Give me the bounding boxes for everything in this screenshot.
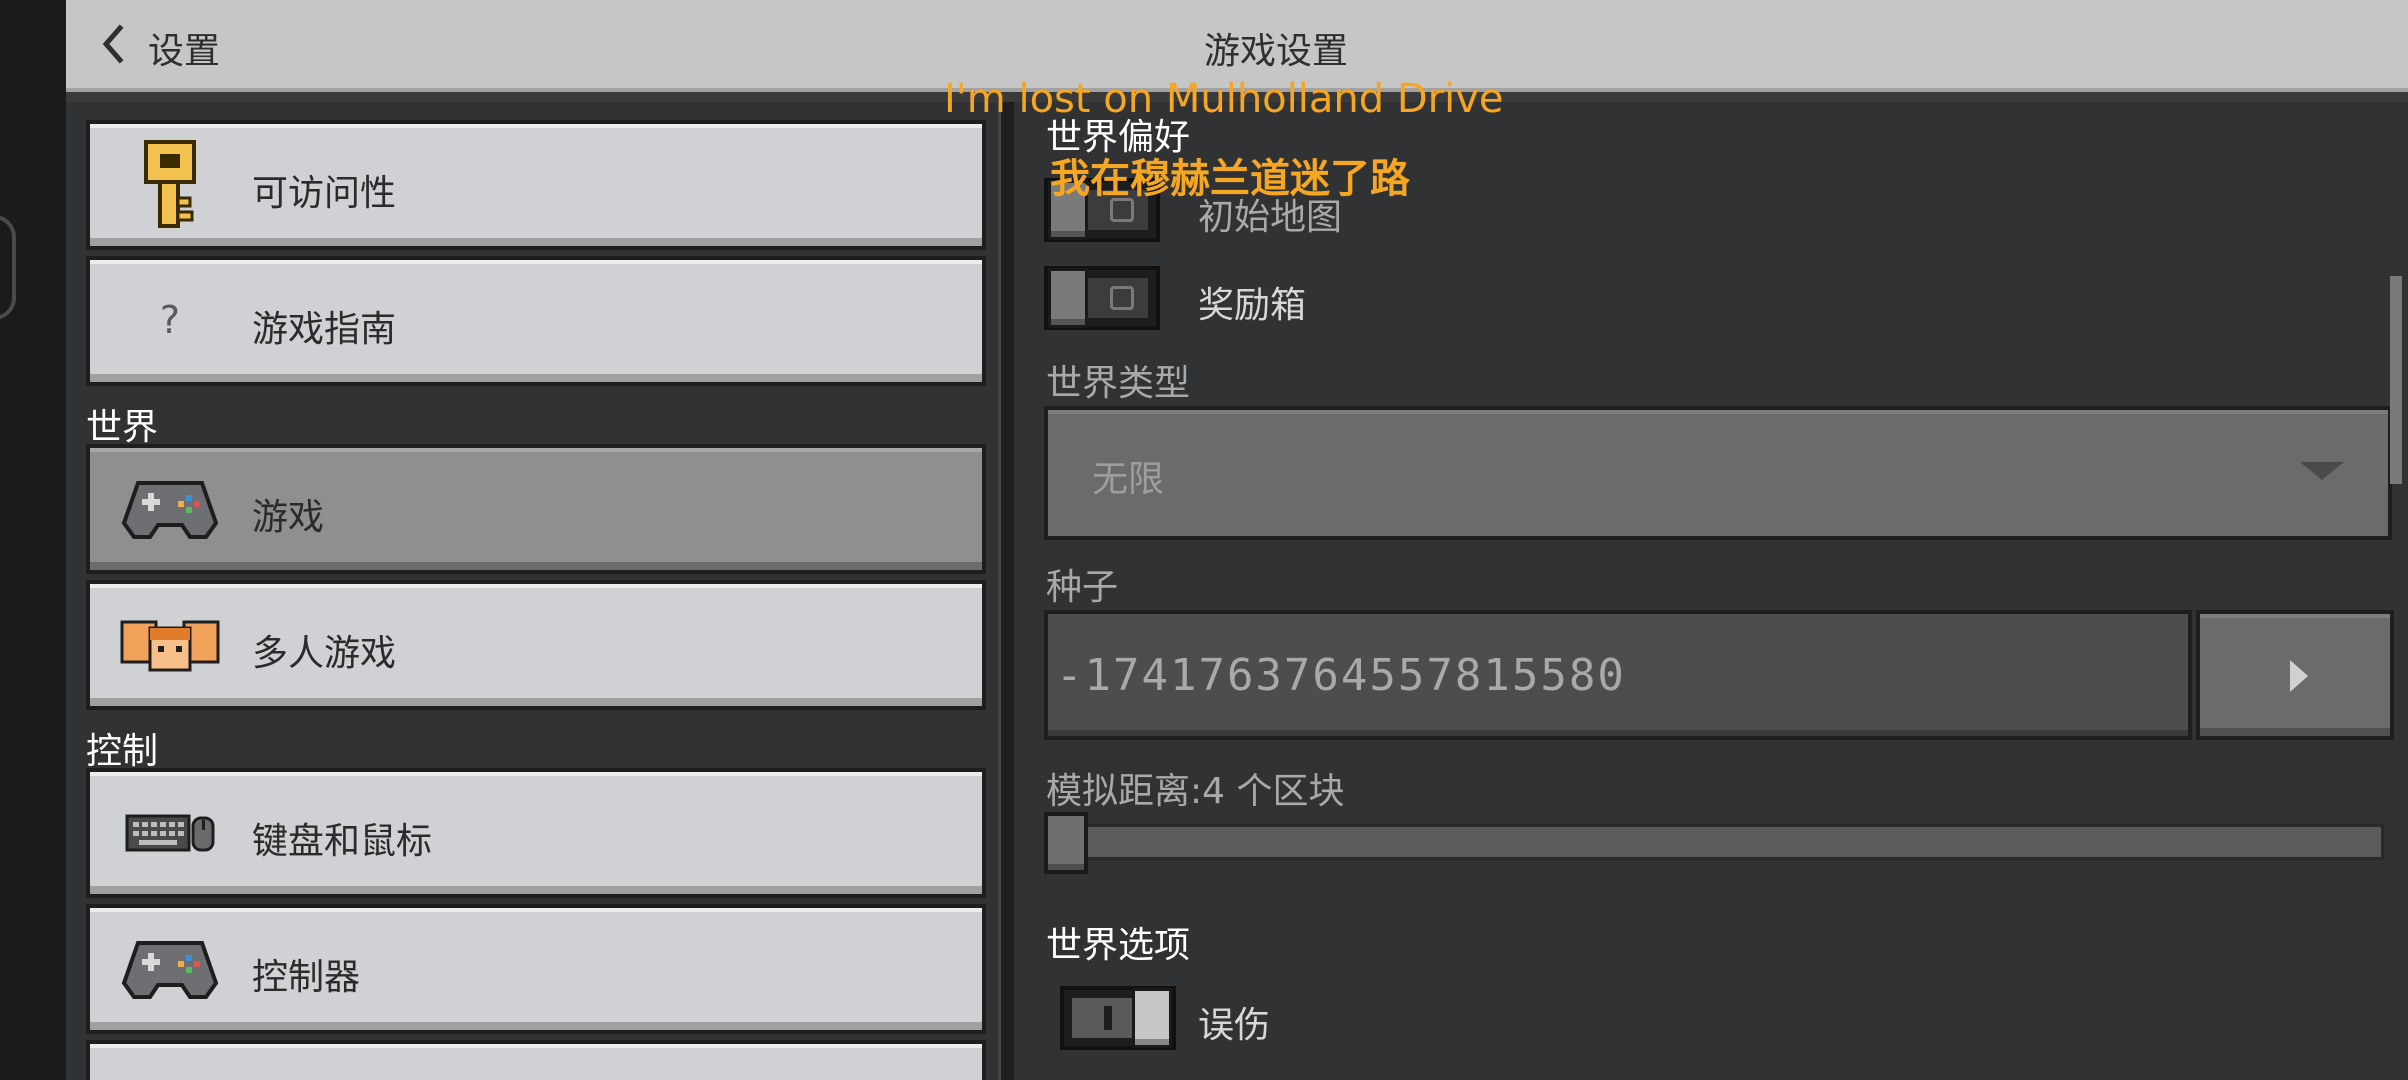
play-arrow-icon <box>2290 660 2308 692</box>
subtitle-chinese: 我在穆赫兰道迷了路 <box>1050 156 1410 202</box>
on-indicator-icon <box>1104 1006 1112 1030</box>
pane-divider <box>998 102 1014 1080</box>
controller-icon <box>120 928 220 1008</box>
settings-sidebar: 可访问性 ? 游戏指南 世界 游戏 多人游戏 控制 键盘和鼠标 控制器 <box>66 102 998 1080</box>
sidebar-item-label: 可访问性 <box>252 173 397 214</box>
seed-label: 种子 <box>1046 567 1119 608</box>
page-title: 游戏设置 <box>1203 31 1348 72</box>
slider-thumb[interactable] <box>1044 812 1088 874</box>
sidebar-item-partial[interactable] <box>86 1040 986 1080</box>
seed-picker-button[interactable] <box>2196 610 2394 740</box>
section-label-controls: 控制 <box>86 731 159 772</box>
settings-content: 世界偏好 初始地图 奖励箱 世界类型 无限 种子 -17417637645578… <box>1014 102 2408 1080</box>
sidebar-item-how-to-play[interactable]: ? 游戏指南 <box>86 256 986 386</box>
back-button[interactable]: 设置 <box>148 22 220 74</box>
sidebar-item-keyboard-mouse[interactable]: 键盘和鼠标 <box>86 768 986 898</box>
sidebar-item-label: 键盘和鼠标 <box>252 821 433 862</box>
section-label-world: 世界 <box>86 407 159 448</box>
toggle-knob <box>1048 268 1088 328</box>
sidebar-item-label: 游戏 <box>252 497 325 538</box>
key-icon <box>120 140 220 228</box>
sidebar-item-controller[interactable]: 控制器 <box>86 904 986 1034</box>
simulation-distance-slider[interactable] <box>1044 812 2384 874</box>
chevron-down-icon <box>2300 462 2344 480</box>
sidebar-item-label: 游戏指南 <box>252 309 397 350</box>
simulation-distance-label: 模拟距离:4 个区块 <box>1046 771 1345 812</box>
sidebar-item-accessibility[interactable]: 可访问性 <box>86 120 986 250</box>
friendly-fire-label: 误伤 <box>1198 1005 1271 1046</box>
slider-rail <box>1080 824 2384 860</box>
seed-value: -1741763764557815580 <box>1056 650 1626 701</box>
off-indicator-icon <box>1110 286 1134 310</box>
toggle-knob <box>1132 988 1172 1048</box>
bonus-chest-label: 奖励箱 <box>1198 285 1307 326</box>
world-type-value: 无限 <box>1092 459 1165 500</box>
seed-input[interactable]: -1741763764557815580 <box>1044 610 2192 740</box>
sidebar-item-game[interactable]: 游戏 <box>86 444 986 574</box>
friendly-fire-toggle[interactable] <box>1060 986 1176 1050</box>
question-icon: ? <box>159 298 181 342</box>
edge-handle <box>0 215 16 320</box>
bonus-chest-toggle[interactable] <box>1044 266 1160 330</box>
world-options-heading: 世界选项 <box>1046 925 1191 966</box>
chevron-left-icon[interactable] <box>94 22 134 66</box>
players-icon <box>120 604 220 684</box>
sidebar-item-label: 多人游戏 <box>252 633 397 674</box>
gamepad-icon <box>120 468 220 548</box>
sidebar-item-label: 控制器 <box>252 957 361 998</box>
world-type-label: 世界类型 <box>1046 363 1191 404</box>
sidebar-item-multiplayer[interactable]: 多人游戏 <box>86 580 986 710</box>
screen-edge <box>0 0 66 1080</box>
subtitle-english: I'm lost on Mulholland Drive <box>944 76 1504 122</box>
scrollbar[interactable] <box>2390 276 2402 484</box>
keyboard-mouse-icon <box>120 792 220 872</box>
world-type-dropdown[interactable]: 无限 <box>1044 406 2392 540</box>
